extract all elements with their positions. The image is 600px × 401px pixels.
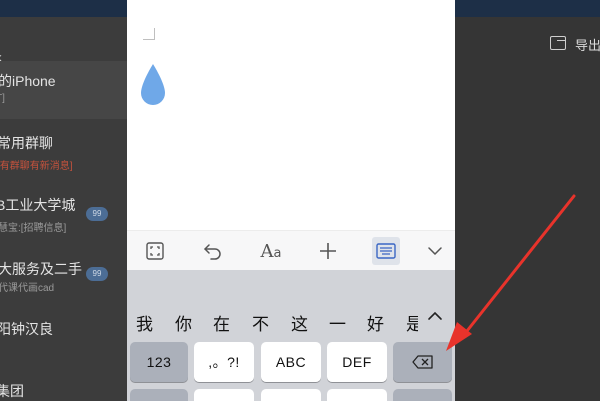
chat-title: 集团 [0, 383, 24, 399]
candidate-word[interactable]: 好 [367, 310, 384, 335]
editor-toolbar: Aa [127, 230, 455, 270]
chat-item[interactable]: 大服务及二手 代课代画cad 99 [0, 257, 127, 317]
candidate-bar: 我 你 在 不 这 一 好 是 [127, 300, 455, 340]
candidate-word[interactable]: 一 [329, 310, 346, 335]
export-label[interactable]: 导出 [575, 35, 600, 54]
chat-title: 大服务及二手 [0, 261, 82, 277]
chat-preview: [有群聊有新消息] [0, 161, 73, 172]
keyboard-key[interactable] [327, 389, 387, 401]
scan-frame-icon [146, 242, 164, 260]
keyboard-icon [376, 243, 396, 259]
chat-preview: T] [0, 93, 5, 104]
chat-list: ‹ 的iPhone T] 常用群聊 [有群聊有新消息] B工业大学城 慧宝:[招… [0, 17, 127, 401]
water-drop-icon [141, 64, 165, 105]
chat-item[interactable]: 阳钟汉良 [0, 317, 127, 357]
chat-item[interactable]: 常用群聊 [有群聊有新消息] [0, 127, 127, 187]
unread-badge: 99 [86, 207, 108, 221]
chat-title: B工业大学城 [0, 197, 76, 213]
candidate-word[interactable]: 不 [252, 310, 269, 335]
chat-item[interactable]: 集团 [0, 379, 127, 401]
numbers-key[interactable]: 123 [130, 342, 188, 382]
def-key[interactable]: DEF [327, 342, 387, 382]
background-header-actions: 导出 [455, 17, 600, 401]
keyboard-key[interactable] [261, 389, 321, 401]
collapse-toolbar-button[interactable] [421, 237, 449, 265]
chat-title: 的iPhone [0, 73, 56, 89]
font-style-button[interactable]: Aa [257, 237, 285, 265]
chat-preview: 代课代画cad [0, 283, 55, 294]
keyboard-toggle-button[interactable] [372, 237, 400, 265]
insert-button[interactable] [314, 237, 342, 265]
keyboard-key[interactable] [194, 389, 254, 401]
keyboard: 我 你 在 不 这 一 好 是 123 ,。?! ABC DEF [127, 270, 455, 401]
candidate-word[interactable]: 你 [175, 310, 192, 335]
chat-preview: 慧宝:[招聘信息] [0, 223, 67, 234]
chevron-down-icon [428, 247, 442, 256]
undo-button[interactable] [199, 237, 227, 265]
candidate-word[interactable]: 在 [213, 310, 230, 335]
chevron-up-icon[interactable] [425, 306, 445, 326]
keyboard-key[interactable] [393, 389, 452, 401]
unread-badge: 99 [86, 267, 108, 281]
scan-button[interactable] [141, 237, 169, 265]
candidate-word[interactable]: 是 [406, 310, 418, 335]
punctuation-key[interactable]: ,。?! [194, 342, 254, 382]
delete-key[interactable] [393, 342, 452, 382]
undo-icon [204, 244, 221, 260]
keyboard-key[interactable] [130, 389, 188, 401]
chat-item[interactable]: 的iPhone T] [0, 61, 127, 119]
abc-key[interactable]: ABC [261, 342, 321, 382]
candidate-word[interactable]: 这 [291, 310, 308, 335]
chat-item[interactable]: B工业大学城 慧宝:[招聘信息] 99 [0, 189, 127, 249]
chat-title: 阳钟汉良 [0, 321, 53, 337]
chat-title: 常用群聊 [0, 135, 53, 151]
font-style-icon: Aa [260, 240, 282, 262]
backspace-icon [411, 355, 433, 369]
candidate-word[interactable]: 我 [136, 310, 153, 335]
phone-screen: Aa 我 你 在 不 这 一 好 是 123 ,。?! ABC DEF [127, 0, 455, 401]
page-margin-marker [143, 28, 155, 40]
export-icon[interactable] [550, 36, 566, 50]
plus-icon [320, 243, 336, 259]
